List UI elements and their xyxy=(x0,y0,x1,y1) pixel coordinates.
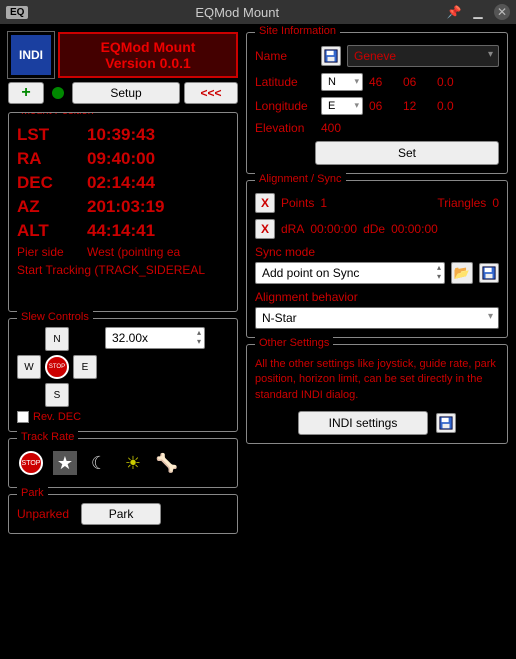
clear-delta-button[interactable]: X xyxy=(255,219,275,239)
close-icon[interactable]: ✕ xyxy=(494,4,510,20)
version-box: EQMod Mount Version 0.0.1 xyxy=(58,32,238,78)
ra-label: RA xyxy=(17,149,87,169)
setup-button[interactable]: Setup xyxy=(72,82,180,104)
slew-controls-panel: Slew Controls N S W E STOP 32.00x Rev. D… xyxy=(8,318,238,432)
pier-side-label: Pier side xyxy=(17,245,87,259)
tracking-status: Start Tracking (TRACK_SIDEREAL xyxy=(17,263,229,277)
alignment-behavior-combo[interactable]: N-Star xyxy=(255,307,499,329)
latitude-deg[interactable]: 46 xyxy=(369,75,397,89)
slew-rate-spinbox[interactable]: 32.00x xyxy=(105,327,205,349)
slew-dpad: N S W E STOP xyxy=(17,327,97,407)
indi-settings-button[interactable]: INDI settings xyxy=(298,411,428,435)
minimize-icon[interactable]: ▁ xyxy=(470,4,486,20)
site-name-combo[interactable]: Geneve xyxy=(347,45,499,67)
sync-mode-combo[interactable]: Add point on Sync xyxy=(255,262,445,284)
version-line2: Version 0.0.1 xyxy=(62,55,234,71)
az-value: 201:03:19 xyxy=(87,197,229,217)
track-rate-title: Track Rate xyxy=(17,431,78,443)
alignment-title: Alignment / Sync xyxy=(255,173,346,185)
track-sidereal-icon[interactable]: ★ xyxy=(53,451,77,475)
longitude-min[interactable]: 12 xyxy=(403,99,431,113)
site-information-panel: Site Information Name Geneve Latitude N … xyxy=(246,32,508,174)
alignment-panel: Alignment / Sync X Points 1 Triangles 0 … xyxy=(246,180,508,338)
add-button[interactable]: + xyxy=(8,82,44,104)
dra-label: dRA xyxy=(281,222,304,236)
longitude-sec[interactable]: 0.0 xyxy=(437,99,465,113)
longitude-ew-combo[interactable]: E xyxy=(321,97,363,115)
collapse-button[interactable]: <<< xyxy=(184,82,238,104)
slew-east-button[interactable]: E xyxy=(73,355,97,379)
latitude-sec[interactable]: 0.0 xyxy=(437,75,465,89)
site-information-title: Site Information xyxy=(255,25,340,37)
lst-label: LST xyxy=(17,125,87,145)
window-title: EQMod Mount xyxy=(28,5,446,20)
mount-position-panel: Mount Position LST 10:39:43 RA 09:40:00 … xyxy=(8,112,238,312)
rev-dec-label: Rev. DEC xyxy=(33,411,81,423)
rev-dec-checkbox[interactable] xyxy=(17,411,29,423)
park-status: Unparked xyxy=(17,507,69,521)
alt-value: 44:14:41 xyxy=(87,221,229,241)
clear-points-button[interactable]: X xyxy=(255,193,275,213)
dra-value: 00:00:00 xyxy=(310,222,357,236)
track-custom-icon[interactable]: 🦴 xyxy=(155,451,179,475)
slew-stop-button[interactable]: STOP xyxy=(45,355,69,379)
site-name-label: Name xyxy=(255,49,315,63)
slew-controls-title: Slew Controls xyxy=(17,311,93,323)
track-lunar-icon[interactable]: ☾ xyxy=(87,451,111,475)
site-set-button[interactable]: Set xyxy=(315,141,499,165)
longitude-label: Longitude xyxy=(255,99,315,113)
alignment-behavior-label: Alignment behavior xyxy=(255,290,499,304)
sync-mode-label: Sync mode xyxy=(255,245,499,259)
save-align-icon[interactable] xyxy=(479,263,499,283)
mount-position-title: Mount Position xyxy=(17,112,98,117)
indi-logo: INDI xyxy=(8,32,54,78)
dec-label: DEC xyxy=(17,173,87,193)
latitude-min[interactable]: 06 xyxy=(403,75,431,89)
other-save-icon[interactable] xyxy=(436,413,456,433)
latitude-label: Latitude xyxy=(255,75,315,89)
lst-value: 10:39:43 xyxy=(87,125,229,145)
slew-south-button[interactable]: S xyxy=(45,383,69,407)
points-value: 1 xyxy=(320,196,327,210)
dde-label: dDe xyxy=(363,222,385,236)
park-title: Park xyxy=(17,487,48,499)
track-stop-icon[interactable]: STOP xyxy=(19,451,43,475)
other-settings-panel: Other Settings All the other settings li… xyxy=(246,344,508,444)
dde-value: 00:00:00 xyxy=(391,222,438,236)
dec-value: 02:14:44 xyxy=(87,173,229,193)
track-rate-panel: Track Rate STOP ★ ☾ ☀ 🦴 xyxy=(8,438,238,488)
load-align-icon[interactable] xyxy=(451,262,473,284)
az-label: AZ xyxy=(17,197,87,217)
triangles-value: 0 xyxy=(492,196,499,210)
longitude-deg[interactable]: 06 xyxy=(369,99,397,113)
other-settings-title: Other Settings xyxy=(255,337,333,349)
latitude-ns-combo[interactable]: N xyxy=(321,73,363,91)
ra-value: 09:40:00 xyxy=(87,149,229,169)
park-panel: Park Unparked Park xyxy=(8,494,238,534)
pier-side-value: West (pointing ea xyxy=(87,245,229,259)
app-badge: EQ xyxy=(6,6,28,19)
elevation-label: Elevation xyxy=(255,121,315,135)
slew-west-button[interactable]: W xyxy=(17,355,41,379)
triangles-label: Triangles xyxy=(437,196,486,210)
slew-north-button[interactable]: N xyxy=(45,327,69,351)
status-indicator-icon xyxy=(52,87,64,99)
site-save-icon[interactable] xyxy=(321,46,341,66)
points-label: Points xyxy=(281,196,314,210)
elevation-value[interactable]: 400 xyxy=(321,121,341,135)
track-solar-icon[interactable]: ☀ xyxy=(121,451,145,475)
alt-label: ALT xyxy=(17,221,87,241)
version-line1: EQMod Mount xyxy=(62,39,234,55)
other-settings-text: All the other settings like joystick, gu… xyxy=(255,357,499,403)
park-button[interactable]: Park xyxy=(81,503,161,525)
pin-icon[interactable]: 📌 xyxy=(446,4,462,20)
